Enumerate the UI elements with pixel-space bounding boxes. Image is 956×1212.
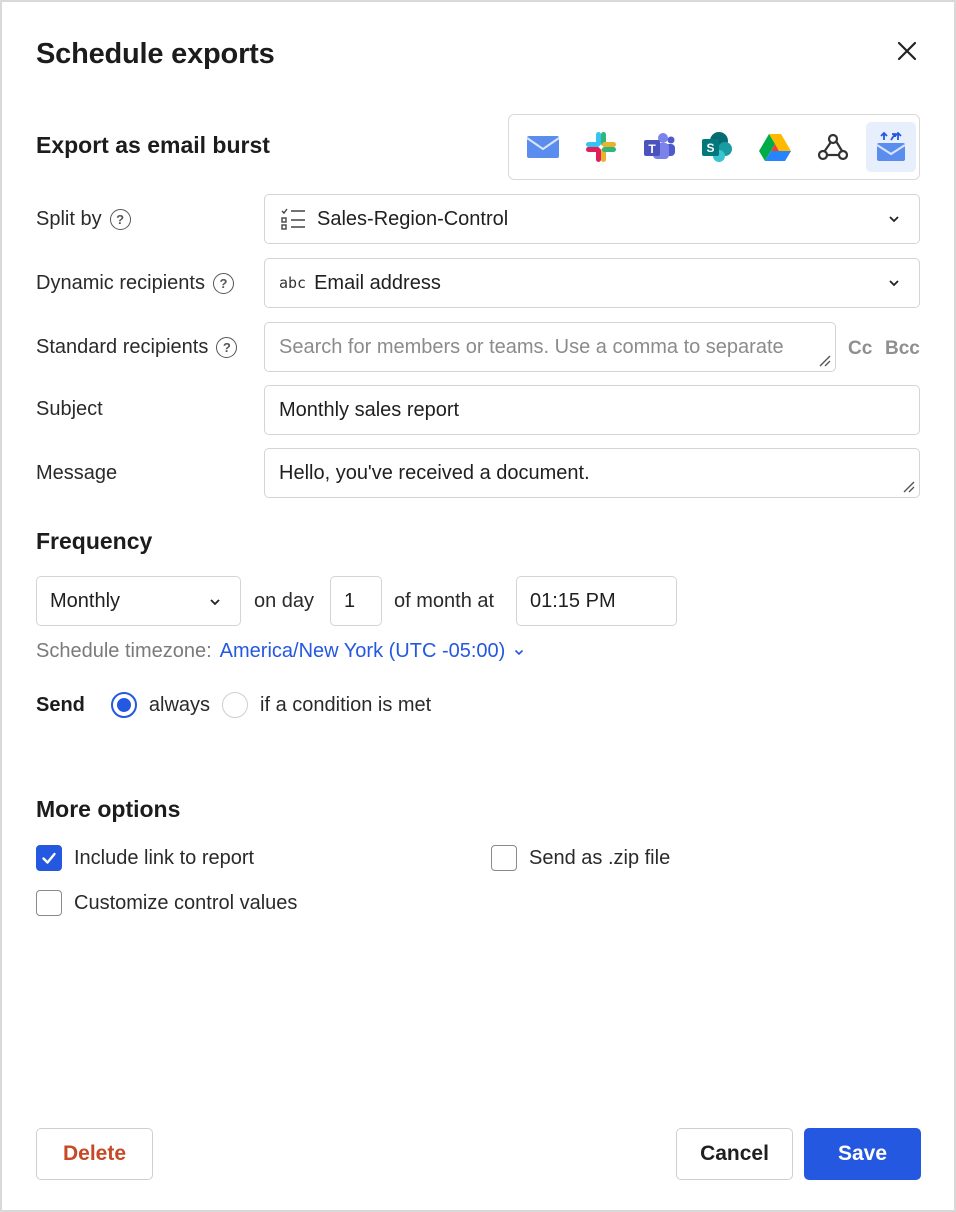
dynamic-recipients-label: Dynamic recipients ? bbox=[36, 272, 234, 295]
dialog-title: Schedule exports bbox=[36, 38, 275, 70]
radio-always[interactable] bbox=[110, 692, 137, 718]
google-drive-icon[interactable] bbox=[750, 122, 800, 172]
destination-picker: T S bbox=[508, 114, 920, 180]
on-day-label: on day bbox=[254, 590, 315, 612]
split-by-select[interactable]: Sales-Region-Control bbox=[264, 194, 920, 244]
slack-icon[interactable] bbox=[576, 122, 626, 172]
schedule-exports-dialog: Schedule exports Export as email burst T… bbox=[0, 0, 956, 1212]
split-by-label: Split by ? bbox=[36, 208, 131, 231]
checkbox-unchecked[interactable] bbox=[491, 845, 517, 871]
include-link-checkbox[interactable]: Include link to report bbox=[36, 845, 254, 871]
export-heading: Export as email burst bbox=[36, 132, 270, 158]
day-input[interactable]: 1 bbox=[330, 576, 382, 626]
close-icon[interactable] bbox=[892, 36, 922, 66]
message-textarea[interactable]: Hello, you've received a document. bbox=[264, 448, 920, 498]
standard-recipients-input[interactable]: Search for members or teams. Use a comma… bbox=[264, 322, 836, 372]
frequency-period-select[interactable]: Monthly bbox=[36, 576, 241, 626]
frequency-heading: Frequency bbox=[36, 528, 153, 554]
checkmark-icon bbox=[42, 852, 56, 864]
svg-text:S: S bbox=[706, 141, 714, 155]
svg-text:T: T bbox=[648, 142, 656, 156]
chevron-down-icon bbox=[889, 216, 899, 223]
bcc-button[interactable]: Bcc bbox=[885, 338, 920, 360]
teams-icon[interactable]: T bbox=[634, 122, 684, 172]
cc-button[interactable]: Cc bbox=[848, 338, 872, 360]
timezone-select[interactable]: America/New York (UTC -05:00) bbox=[220, 640, 526, 663]
subject-label: Subject bbox=[36, 398, 103, 420]
chevron-down-icon bbox=[515, 649, 524, 655]
resize-handle-icon[interactable] bbox=[816, 352, 832, 368]
customize-controls-checkbox[interactable]: Customize control values bbox=[36, 890, 297, 916]
subject-input[interactable]: Monthly sales report bbox=[264, 385, 920, 435]
send-condition-group: Send always if a condition is met bbox=[36, 692, 443, 718]
of-month-label: of month at bbox=[394, 590, 495, 612]
radio-condition[interactable] bbox=[222, 692, 249, 718]
email-burst-icon[interactable] bbox=[866, 122, 916, 172]
checkbox-checked[interactable] bbox=[36, 845, 62, 871]
time-input[interactable]: 01:15 PM bbox=[516, 576, 677, 626]
timezone-row: Schedule timezone: America/New York (UTC… bbox=[36, 640, 525, 663]
help-icon[interactable]: ? bbox=[109, 209, 131, 230]
checkbox-unchecked[interactable] bbox=[36, 890, 62, 916]
standard-recipients-label: Standard recipients ? bbox=[36, 336, 238, 359]
more-options-heading: More options bbox=[36, 796, 181, 822]
sharepoint-icon[interactable]: S bbox=[692, 122, 742, 172]
chevron-down-icon bbox=[210, 599, 220, 606]
chevron-down-icon bbox=[889, 280, 899, 287]
message-label: Message bbox=[36, 462, 118, 484]
radio-always-label: always bbox=[148, 693, 211, 716]
send-zip-checkbox[interactable]: Send as .zip file bbox=[491, 845, 670, 871]
list-icon bbox=[279, 207, 307, 231]
save-button[interactable]: Save bbox=[804, 1128, 921, 1180]
send-label: Send bbox=[36, 693, 85, 716]
text-type-icon: abc bbox=[279, 274, 307, 292]
webhook-icon[interactable] bbox=[808, 122, 858, 172]
cancel-button[interactable]: Cancel bbox=[676, 1128, 793, 1180]
help-icon[interactable]: ? bbox=[212, 273, 234, 294]
dynamic-recipients-select[interactable]: abc Email address bbox=[264, 258, 920, 308]
radio-condition-label: if a condition is met bbox=[260, 693, 432, 716]
email-icon[interactable] bbox=[518, 122, 568, 172]
resize-handle-icon[interactable] bbox=[900, 478, 916, 494]
delete-button[interactable]: Delete bbox=[36, 1128, 153, 1180]
help-icon[interactable]: ? bbox=[216, 337, 238, 358]
